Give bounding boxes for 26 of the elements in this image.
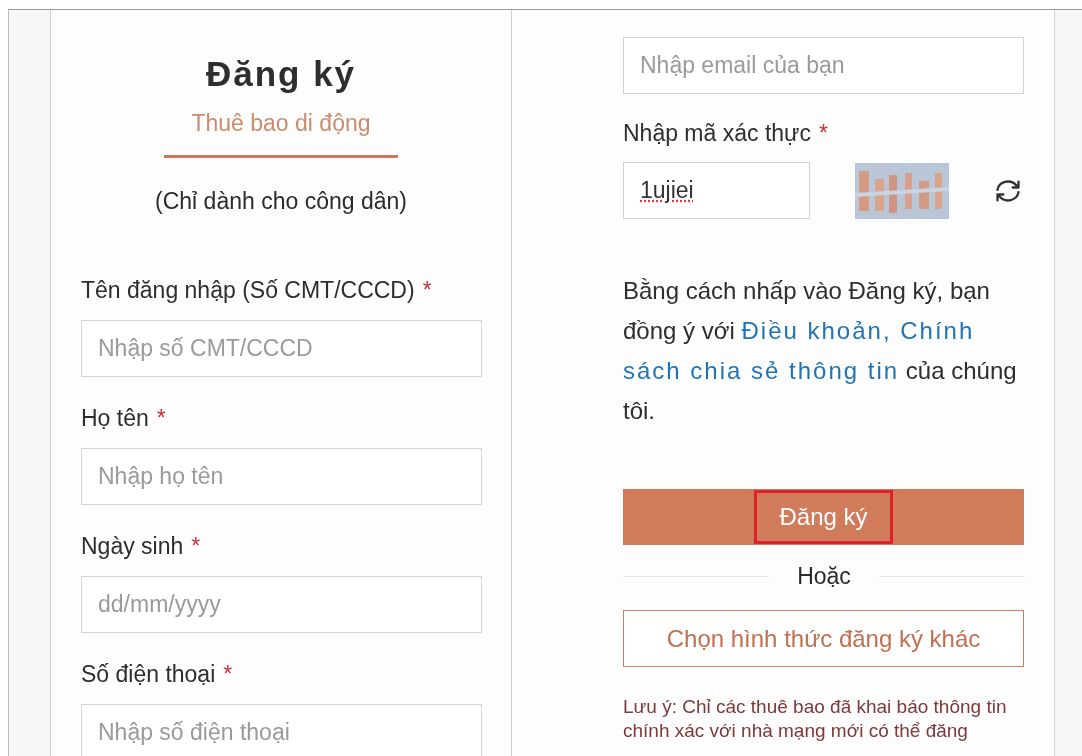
input-field[interactable]: dd/mm/yyyy — [81, 576, 482, 633]
field-label: Số điện thoại — [81, 661, 216, 688]
required-mark: * — [156, 405, 166, 432]
email-field[interactable]: Nhập email của bạn — [623, 37, 1024, 94]
input-field[interactable]: Nhập số điện thoại — [81, 704, 482, 756]
page-title: Đăng ký — [204, 54, 358, 94]
consent-text: Bằng cách nhấp vào Đăng ký, bạn đồng ý với Điều khoản, Chính sách chia sẻ thông tin của chúng tôi. — [623, 276, 1018, 426]
terms-link[interactable]: sách chia sẻ thông tin — [623, 357, 900, 384]
input-field[interactable]: Nhập họ tên — [81, 448, 482, 505]
required-mark: * — [223, 661, 233, 688]
field-label: Ngày sinh — [81, 533, 184, 560]
required-mark: * — [422, 277, 432, 304]
required-mark: * — [819, 120, 828, 147]
required-mark: * — [191, 533, 201, 560]
terms-link[interactable]: Điều khoản, Chính — [741, 317, 975, 344]
field-label: Tên đăng nhập (Số CMT/CCCD) — [81, 277, 415, 304]
register-button[interactable]: Đăng ký — [623, 489, 1024, 545]
alternative-button[interactable]: Chọn hình thức đăng ký khác — [623, 610, 1024, 667]
note-text: Lưu ý: Chỉ các thuê bao đã khai báo thông tin chính xác với nhà mạng mới có thể đăng — [623, 695, 1008, 743]
field-label: Họ tên — [81, 405, 149, 432]
input-field[interactable]: Nhập số CMT/CCCD — [81, 320, 482, 377]
field-label: Nhập mã xác thực — [623, 120, 811, 147]
tab[interactable]: Thuê bao di động — [164, 110, 398, 158]
or-text: Hoặc — [797, 563, 851, 590]
captcha-field[interactable]: 1ujiei — [623, 162, 810, 219]
subtitle: (Chỉ dành cho công dân) — [154, 188, 408, 215]
